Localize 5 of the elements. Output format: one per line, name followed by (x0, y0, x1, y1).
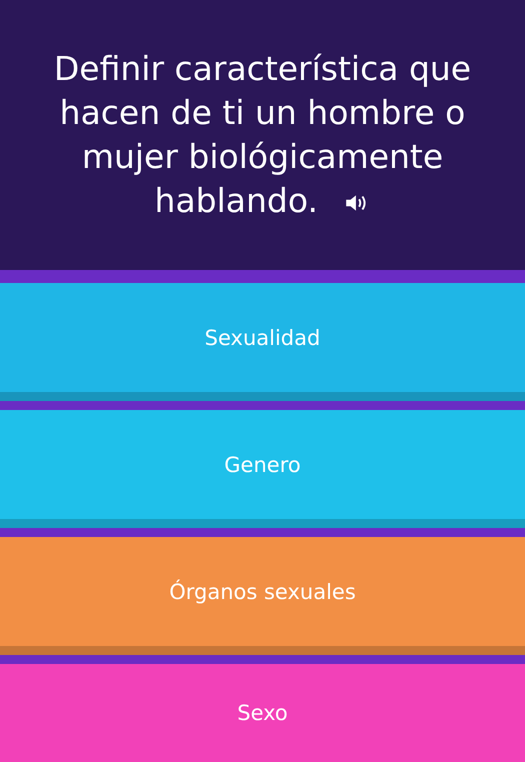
question-text: Definir característica que hacen de ti un hombre o mujer biológicamente hablando. (52, 48, 472, 222)
answer-option[interactable]: Órganos sexuales (0, 537, 525, 655)
answer-option[interactable]: Genero (0, 410, 525, 528)
answer-option[interactable]: Sexualidad (0, 283, 525, 401)
answer-option[interactable]: Sexo (0, 664, 525, 762)
